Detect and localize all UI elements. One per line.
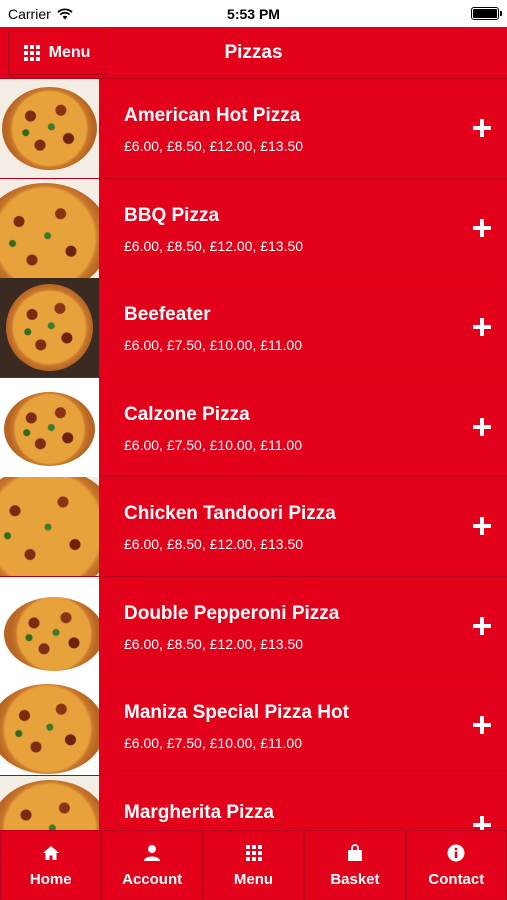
item-name: Double Pepperoni Pizza	[124, 602, 340, 624]
list-item[interactable]: Chicken Tandoori Pizza £6.00, £8.50, £12…	[0, 477, 507, 577]
add-icon[interactable]	[473, 417, 491, 436]
add-icon[interactable]	[473, 517, 491, 535]
item-name: Maniza Special Pizza Hot	[124, 702, 349, 723]
tab-menu[interactable]: Menu	[202, 831, 305, 900]
item-prices: £6.00, £8.50, £12.00, £13.50	[124, 237, 304, 254]
item-name: American Hot Pizza	[124, 105, 301, 126]
tab-label: Account	[122, 871, 183, 888]
tab-label: Contact	[428, 871, 485, 888]
bag-icon	[345, 843, 365, 863]
list-item[interactable]: Maniza Special Pizza Hot £6.00, £7.50, £…	[0, 676, 507, 776]
home-icon	[41, 843, 61, 863]
tab-account[interactable]: Account	[101, 831, 203, 900]
pizza-thumbnail	[0, 278, 99, 377]
add-icon[interactable]	[473, 815, 491, 830]
item-prices: £6.00, £8.50, £12.00, £13.50	[124, 536, 304, 552]
top-bar: Menu Pizzas	[0, 27, 507, 79]
list-item[interactable]: Calzone Pizza £6.00, £7.50, £10.00, £11.…	[0, 377, 507, 477]
battery-icon	[471, 7, 502, 20]
status-bar: Carrier 5:53 PM	[0, 0, 507, 27]
add-icon[interactable]	[473, 119, 491, 137]
add-icon[interactable]	[473, 218, 491, 237]
item-prices: £6.00, £7.50, £10.00, £11.00	[124, 436, 303, 453]
list-item[interactable]: BBQ Pizza £6.00, £8.50, £12.00, £13.50	[0, 178, 507, 278]
tab-contact[interactable]: Contact	[405, 831, 507, 900]
item-name: Chicken Tandoori Pizza	[124, 503, 336, 524]
item-name: BBQ Pizza	[124, 204, 220, 226]
info-icon	[446, 843, 466, 863]
item-prices: £6.00, £7.50, £10.00, £11.00	[124, 735, 303, 751]
item-prices: £6.00, £8.50, £12.00, £13.50	[124, 138, 304, 154]
item-prices: £6.00, £7.50, £10.00, £11.00	[124, 337, 303, 353]
pizza-thumbnail	[0, 79, 99, 178]
item-name: Beefeater	[124, 304, 211, 325]
pizza-thumbnail	[0, 377, 99, 477]
user-icon	[142, 843, 162, 863]
add-icon[interactable]	[473, 716, 491, 734]
tab-label: Basket	[330, 871, 380, 888]
list-item[interactable]: American Hot Pizza £6.00, £8.50, £12.00,…	[0, 79, 507, 179]
pizza-thumbnail	[0, 178, 99, 278]
add-icon[interactable]	[473, 318, 491, 336]
list-item[interactable]: Double Pepperoni Pizza £6.00, £8.50, £12…	[0, 576, 507, 676]
grid-icon	[244, 843, 264, 863]
pizza-thumbnail	[0, 775, 99, 830]
tab-label: Menu	[233, 871, 274, 888]
bottom-tab-bar: Home Account Menu Basket Contact	[0, 830, 507, 900]
list-item[interactable]: Margherita Pizza	[0, 775, 507, 830]
item-name: Margherita Pizza	[124, 801, 274, 823]
pizza-thumbnail	[0, 477, 99, 576]
item-name: Calzone Pizza	[124, 403, 250, 425]
page-title: Pizzas	[224, 42, 283, 63]
tab-label: Home	[29, 871, 72, 888]
tab-home[interactable]: Home	[0, 831, 102, 900]
pizza-thumbnail	[0, 676, 99, 775]
list-item[interactable]: Beefeater £6.00, £7.50, £10.00, £11.00	[0, 278, 507, 378]
item-prices: £6.00, £8.50, £12.00, £13.50	[124, 635, 304, 652]
clock: 5:53 PM	[227, 6, 280, 22]
tab-basket[interactable]: Basket	[304, 831, 406, 900]
pizza-list[interactable]: American Hot Pizza £6.00, £8.50, £12.00,…	[0, 79, 507, 830]
add-icon[interactable]	[473, 616, 491, 635]
pizza-thumbnail	[0, 576, 99, 676]
